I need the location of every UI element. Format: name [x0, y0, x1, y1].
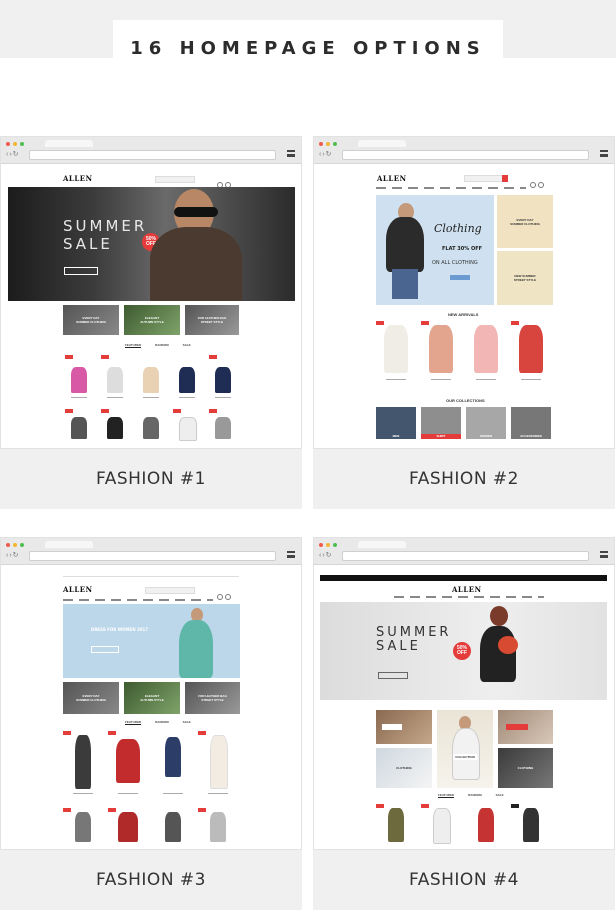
browser-chrome: ‹›↻: [1, 137, 301, 164]
product-tabs[interactable]: FEATURED RANDOM SALE: [125, 343, 191, 348]
product-card[interactable]: [198, 731, 238, 803]
card-caption[interactable]: FASHION #3: [0, 850, 302, 910]
product-card[interactable]: [421, 321, 461, 391]
title-box: 16 HOMEPAGE OPTIONS: [113, 20, 503, 82]
hero-line1: DRESS FOR WOMEN 2017: [91, 627, 149, 632]
product-card[interactable]: [511, 321, 551, 391]
card-caption[interactable]: FASHION #2: [313, 449, 615, 509]
product-card[interactable]: [421, 804, 461, 844]
sale-badge: 50% OFF: [453, 642, 471, 660]
product-card[interactable]: [376, 804, 416, 844]
browser-chrome: ‹›↻: [1, 538, 301, 565]
promo-tile: EVERY DAY SUMMER CLOTHING: [63, 305, 119, 335]
promo-tile: ELEGANT AUTUMN STYLE: [124, 682, 180, 714]
hamburger-icon: [287, 551, 295, 558]
page-title: 16 HOMEPAGE OPTIONS: [130, 37, 486, 59]
product-card[interactable]: [376, 321, 416, 391]
product-card[interactable]: [65, 355, 93, 405]
product-card[interactable]: [153, 731, 193, 803]
hero-line2: SALE: [376, 639, 421, 654]
fashion-3-card[interactable]: ‹›↻ ALLEN DRESS FOR WOMEN 2017 EVERY DAY…: [0, 537, 302, 910]
promo-tile: CLOTHING: [376, 748, 432, 788]
hero-banner: SUMMER SALE 50% OFF: [320, 602, 607, 700]
fashion-4-screenshot: ‹›↻ ALLEN SUMMER SALE 50% OFF CLOTHING C…: [313, 537, 615, 850]
hamburger-icon: [600, 551, 608, 558]
collection-tile[interactable]: WOMEN: [466, 407, 506, 439]
card-caption[interactable]: FASHION #1: [0, 449, 302, 509]
address-bar: [29, 150, 276, 160]
product-card[interactable]: [63, 731, 103, 803]
promo-tile: EVERY DAY SUMMER CLOTHING: [497, 195, 553, 248]
product-card[interactable]: [209, 355, 237, 405]
card-caption[interactable]: FASHION #4: [313, 850, 615, 910]
section-title: NEW ARRIVALS: [448, 312, 479, 317]
browser-nav-icons: ‹›↻: [6, 552, 20, 559]
hero-line2: FLAT 30% OFF: [442, 246, 483, 252]
promo-tile: ELEGANT AUTUMN STYLE: [124, 305, 180, 335]
browser-chrome: ‹›↻: [314, 538, 614, 565]
hamburger-icon: [287, 150, 295, 157]
collection-tile[interactable]: ACCESSORIES: [511, 407, 551, 439]
address-bar: [29, 551, 276, 561]
hero-line3: ON ALL CLOTHING: [432, 260, 478, 266]
fashion-1-card[interactable]: ‹›↻ ALLEN SUMMER SALE 50% OFF EVERY DAY S…: [0, 136, 302, 509]
product-card[interactable]: [466, 804, 506, 844]
promo-tile: FOR LEATHER BAG STREET STYLE: [185, 682, 240, 714]
hamburger-icon: [600, 150, 608, 157]
site-logo: ALLEN: [377, 174, 407, 183]
promo-tile: EVERY DAY SUMMER CLOTHING: [63, 682, 119, 714]
address-bar: [342, 551, 589, 561]
section-title: OUR COLLECTIONS: [446, 398, 485, 403]
hero-line1: Clothing: [434, 222, 482, 235]
product-card[interactable]: [173, 355, 201, 405]
promo-tile: FOR LEATHER BAG STREET STYLE: [185, 305, 239, 335]
site-logo: ALLEN: [452, 585, 482, 594]
collection-tile[interactable]: MEN: [376, 407, 416, 439]
product-card[interactable]: [137, 355, 165, 405]
address-bar: [342, 150, 589, 160]
fashion-2-card[interactable]: ‹›↻ ALLEN Clothing FLAT 30% OFF ON ALL C…: [313, 136, 615, 509]
browser-nav-icons: ‹›↻: [6, 151, 20, 158]
product-card[interactable]: [108, 731, 148, 803]
hero-banner: DRESS FOR WOMEN 2017: [63, 604, 240, 678]
product-card[interactable]: [511, 804, 551, 844]
promo-tile: CLOTHING: [498, 748, 553, 788]
fashion-4-card[interactable]: ‹›↻ ALLEN SUMMER SALE 50% OFF CLOTHING C…: [313, 537, 615, 910]
collection-tile[interactable]: SHIRT: [421, 407, 461, 439]
hero-line1: SUMMER: [376, 625, 452, 640]
site-logo: ALLEN: [63, 174, 93, 183]
hero-line2: SALE: [63, 235, 113, 253]
browser-nav-icons: ‹›↻: [319, 151, 333, 158]
browser-nav-icons: ‹›↻: [319, 552, 333, 559]
product-card[interactable]: [101, 355, 129, 405]
promo-tile: [376, 710, 432, 744]
promo-tile: [498, 710, 553, 744]
site-logo: ALLEN: [63, 585, 93, 594]
browser-chrome: ‹›↻: [314, 137, 614, 164]
product-card[interactable]: [466, 321, 506, 391]
fashion-2-screenshot: ‹›↻ ALLEN Clothing FLAT 30% OFF ON ALL C…: [313, 136, 615, 449]
promo-tile: COLLECTION: [437, 710, 493, 788]
fashion-1-screenshot: ‹›↻ ALLEN SUMMER SALE 50% OFF EVERY DAY S…: [0, 136, 302, 449]
fashion-3-screenshot: ‹›↻ ALLEN DRESS FOR WOMEN 2017 EVERY DAY…: [0, 537, 302, 850]
hero-banner: SUMMER SALE 50% OFF: [8, 187, 295, 301]
hero-line1: SUMMER: [63, 217, 148, 235]
product-tabs[interactable]: FEATURED RANDOM SALE: [125, 720, 191, 725]
hero-banner: Clothing FLAT 30% OFF ON ALL CLOTHING: [376, 195, 494, 305]
promo-tile: NEW SUMMER STREET STYLE: [497, 251, 553, 305]
product-tabs[interactable]: FEATURED RANDOM SALE: [438, 793, 504, 798]
